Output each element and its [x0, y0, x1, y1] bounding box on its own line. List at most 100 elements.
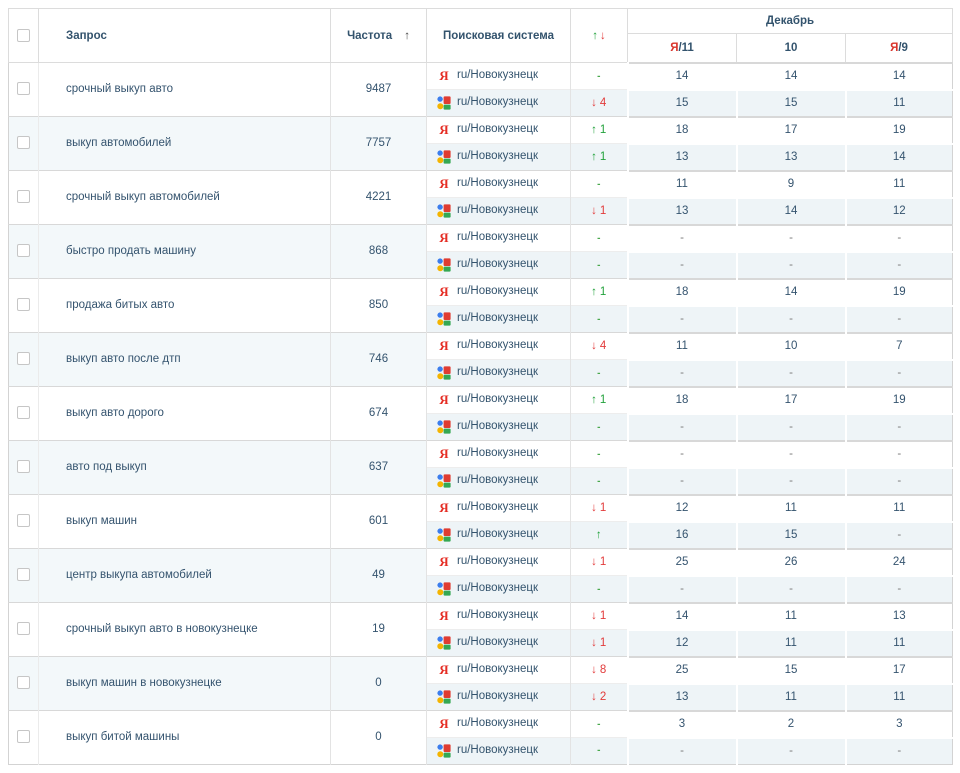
row-checkbox[interactable] — [17, 730, 30, 744]
position-value: - — [897, 420, 902, 433]
row-checkbox[interactable] — [17, 460, 30, 474]
change-cell: ↑ 1 — [570, 278, 628, 306]
engine-region-label: ru/Новокузнецк — [457, 582, 539, 595]
position-cell: 25 — [626, 655, 737, 684]
position-cell: 13 — [626, 196, 737, 225]
yandex-icon: Я — [439, 716, 449, 732]
row-checkbox[interactable] — [17, 352, 30, 366]
query-label: авто под выкуп — [66, 461, 147, 473]
query-label: срочный выкуп авто в новокузнецке — [66, 623, 258, 635]
query-cell: выкуп машин — [38, 494, 331, 549]
row-checkbox[interactable] — [17, 298, 30, 312]
google-icon — [437, 743, 451, 758]
search-engine-cell: Яru/Новокузнецк — [426, 278, 571, 306]
change-cell: ↑ 1 — [570, 116, 628, 144]
engine-region-label: ru/Новокузнецк — [457, 663, 539, 676]
position-cell: - — [626, 466, 737, 495]
change-value: 4 — [599, 96, 607, 109]
row-checkbox[interactable] — [17, 622, 30, 636]
frequency-value: 868 — [368, 245, 389, 257]
position-cell: 15 — [626, 88, 737, 117]
position-value: 13 — [784, 150, 798, 163]
position-cell: 13 — [626, 142, 737, 171]
row-checkbox[interactable] — [17, 514, 30, 528]
position-value: 10 — [784, 339, 798, 352]
row-checkbox[interactable] — [17, 190, 30, 204]
position-cell: 14 — [735, 61, 846, 90]
change-value: 4 — [599, 339, 607, 352]
change-value: 8 — [599, 663, 607, 676]
frequency-value: 746 — [368, 353, 389, 365]
position-cell: - — [844, 520, 953, 549]
google-icon — [437, 96, 451, 110]
date-header-3[interactable]: Я/9 — [844, 33, 954, 63]
date-header-1[interactable]: Я/11 — [627, 33, 737, 63]
change-cell: - — [570, 224, 628, 252]
query-cell: выкуп машин в новокузнецке — [38, 656, 331, 711]
row-checkbox[interactable] — [17, 82, 30, 96]
date-header-2[interactable]: 10 — [736, 33, 846, 63]
position-value: 18 — [675, 285, 689, 298]
change-cell: - — [570, 170, 628, 198]
search-engine-cell: ru/Новокузнецк — [426, 521, 571, 549]
row-select-cell — [8, 332, 39, 387]
change-column-header[interactable]: ↑ ↓ — [570, 8, 628, 63]
frequency-cell: 746 — [330, 332, 427, 387]
position-value: 11 — [785, 690, 797, 703]
position-cell: - — [844, 412, 953, 441]
position-cell: - — [735, 412, 846, 441]
position-cell: 10 — [735, 331, 846, 360]
row-checkbox[interactable] — [17, 568, 30, 582]
position-value: 14 — [784, 285, 798, 298]
position-cell: 13 — [844, 601, 953, 630]
row-checkbox[interactable] — [17, 406, 30, 420]
change-value: 1 — [599, 609, 607, 622]
query-cell: выкуп битой машины — [38, 710, 331, 765]
change-value: 1 — [599, 204, 607, 217]
frequency-value: 637 — [368, 461, 389, 473]
position-value: - — [897, 231, 902, 244]
position-value: 18 — [675, 123, 689, 136]
change-down-icon: ↓ — [591, 555, 597, 568]
position-cell: 12 — [626, 628, 737, 657]
sort-asc-icon: ↑ — [404, 29, 410, 42]
position-value: - — [897, 366, 902, 379]
position-value: - — [680, 582, 684, 595]
position-value: 13 — [675, 204, 689, 217]
date-label: /11 — [678, 41, 694, 54]
position-cell: - — [844, 304, 953, 333]
search-engine-cell: ru/Новокузнецк — [426, 305, 571, 333]
query-column-header[interactable]: Запрос — [38, 8, 331, 63]
position-value: 13 — [675, 150, 689, 163]
frequency-column-header[interactable]: Частота ↑ — [330, 8, 427, 63]
change-value: 1 — [599, 123, 607, 136]
search-engine-cell: ru/Новокузнецк — [426, 143, 571, 171]
table-row: срочный выкуп авто 9487 Яru/Новокузнецк - 14… — [8, 61, 953, 117]
change-down-icon: ↓ — [591, 339, 597, 352]
yandex-icon: Я — [439, 230, 449, 246]
position-value: 11 — [676, 177, 688, 190]
position-value: 11 — [676, 339, 688, 352]
frequency-value: 0 — [375, 677, 382, 689]
row-checkbox[interactable] — [17, 676, 30, 690]
change-cell: ↓ 1 — [570, 494, 628, 522]
engine-region-label: ru/Новокузнецк — [457, 420, 539, 433]
google-icon — [437, 582, 451, 596]
frequency-value: 850 — [368, 299, 389, 311]
no-change-dash: - — [597, 178, 601, 190]
row-select-cell — [8, 710, 39, 765]
row-checkbox[interactable] — [17, 136, 30, 150]
table-row: авто под выкуп 637 Яru/Новокузнецк - - - - — [8, 439, 953, 495]
position-cell: - — [844, 736, 953, 765]
row-select-cell — [8, 386, 39, 441]
frequency-cell: 0 — [330, 710, 427, 765]
position-cell: 18 — [626, 277, 737, 306]
change-value: 1 — [599, 555, 607, 568]
search-engine-cell: ru/Новокузнецк — [426, 251, 571, 279]
google-icon — [437, 474, 451, 488]
position-value: 13 — [675, 690, 689, 703]
position-cell: 11 — [844, 88, 953, 117]
row-checkbox[interactable] — [17, 244, 30, 258]
select-all-checkbox[interactable] — [17, 29, 30, 42]
change-cell: - — [570, 305, 628, 333]
